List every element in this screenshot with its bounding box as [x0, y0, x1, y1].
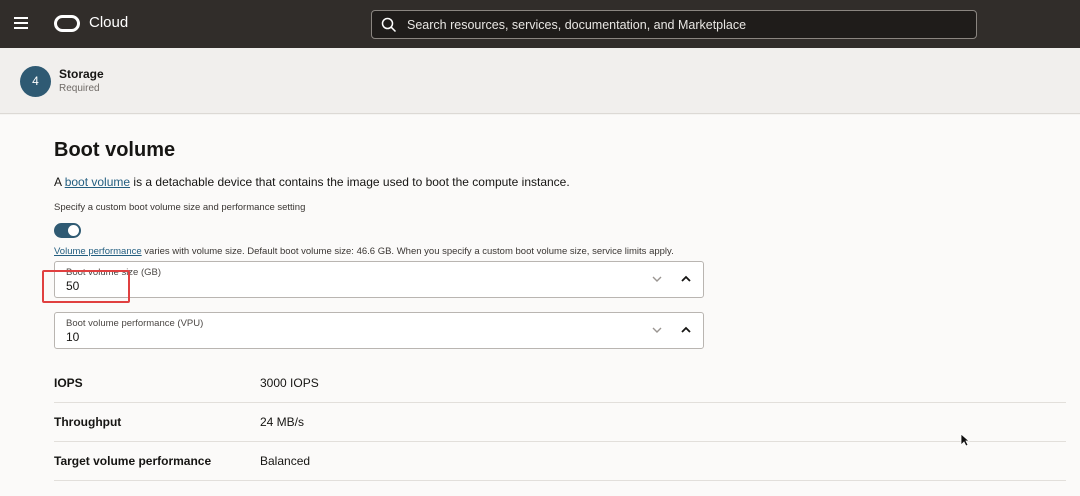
metric-value: 3000 IOPS: [260, 376, 319, 390]
perf-note-text: varies with volume size. Default boot vo…: [141, 246, 674, 257]
step-title: Storage: [59, 67, 104, 81]
step-header: 4 Storage Required: [0, 48, 1080, 114]
vpu-field-label: Boot volume performance (VPU): [66, 318, 204, 329]
metric-row-iops: IOPS 3000 IOPS: [54, 364, 1066, 403]
metric-value: 24 MB/s: [260, 415, 305, 429]
chevron-down-icon[interactable]: [650, 272, 664, 286]
search-input[interactable]: [407, 16, 967, 34]
top-bar: Cloud: [0, 0, 1080, 48]
custom-size-toggle[interactable]: [54, 223, 81, 238]
mouse-cursor-icon: [960, 433, 970, 447]
boot-volume-vpu-field[interactable]: Boot volume performance (VPU): [54, 312, 704, 349]
brand-name[interactable]: Cloud: [89, 14, 128, 31]
boot-volume-size-field[interactable]: Boot volume size (GB): [54, 261, 704, 298]
toggle-knob: [68, 225, 79, 236]
chevron-up-icon[interactable]: [679, 272, 693, 286]
search-icon: [381, 17, 397, 33]
cloud-logo-icon[interactable]: [54, 15, 80, 32]
metric-label: Target volume performance: [54, 454, 212, 468]
search-bar[interactable]: [371, 10, 977, 39]
boot-volume-section: Boot volume A boot volume is a detachabl…: [0, 115, 1080, 496]
metric-row-throughput: Throughput 24 MB/s: [54, 403, 1066, 442]
section-title: Boot volume: [54, 139, 176, 161]
metric-row-target-performance: Target volume performance Balanced: [54, 442, 1066, 481]
custom-size-label: Specify a custom boot volume size and pe…: [54, 202, 306, 213]
size-field-label: Boot volume size (GB): [66, 267, 162, 278]
desc-suffix: is a detachable device that contains the…: [130, 175, 570, 189]
boot-volume-size-input[interactable]: [66, 279, 626, 293]
boot-volume-vpu-input[interactable]: [66, 330, 626, 344]
step-number-badge: 4: [20, 66, 51, 97]
volume-performance-note: Volume performance varies with volume si…: [54, 246, 674, 257]
chevron-down-icon[interactable]: [650, 323, 664, 337]
desc-prefix: A: [54, 175, 65, 189]
metric-value: Balanced: [260, 454, 311, 468]
metric-label: IOPS: [54, 376, 83, 390]
step-subtitle: Required: [59, 83, 100, 94]
boot-volume-description: A boot volume is a detachable device tha…: [54, 175, 570, 189]
boot-volume-link[interactable]: boot volume: [65, 175, 130, 189]
volume-performance-link[interactable]: Volume performance: [54, 246, 142, 257]
chevron-up-icon[interactable]: [679, 323, 693, 337]
hamburger-menu-icon[interactable]: [14, 14, 34, 34]
metric-label: Throughput: [54, 415, 122, 429]
